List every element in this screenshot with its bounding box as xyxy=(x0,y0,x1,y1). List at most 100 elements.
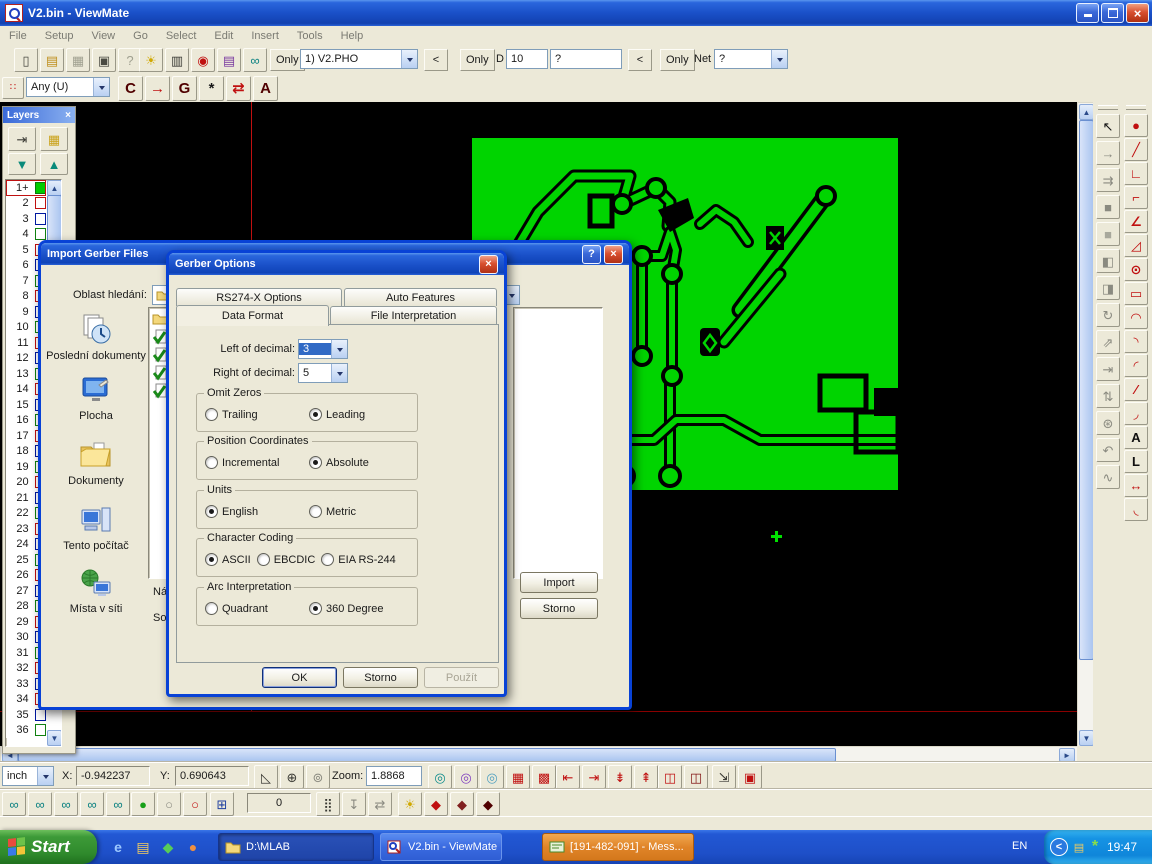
radio-option[interactable]: Absolute xyxy=(309,456,407,469)
place-my-computer[interactable]: Tento počítač xyxy=(46,505,146,552)
select-area-icon[interactable]: ▣ xyxy=(738,765,762,789)
layer-row[interactable]: 4 xyxy=(6,227,46,243)
firefox-icon[interactable]: ● xyxy=(183,837,203,857)
radio-option[interactable]: English xyxy=(205,505,303,518)
draw-angle-icon[interactable]: ∠ xyxy=(1124,210,1148,233)
help-button[interactable]: ? xyxy=(582,245,601,264)
pan-up-icon[interactable]: ⇞ xyxy=(634,765,658,789)
taskbar-task-viewmate[interactable]: V2.bin - ViewMate xyxy=(380,833,502,861)
chevron-down-icon[interactable] xyxy=(771,50,787,68)
net-combo[interactable]: ? xyxy=(714,49,788,69)
layer-row[interactable]: 3 xyxy=(6,211,46,227)
close-button[interactable]: × xyxy=(604,245,623,264)
dcode-sizes-icon[interactable]: ▥ xyxy=(165,48,189,72)
language-indicator[interactable]: EN xyxy=(1012,840,1027,852)
origin-icon[interactable]: ⊕ xyxy=(280,765,304,789)
examine-trace-icon[interactable]: ∞ xyxy=(80,792,104,816)
vertical-scroll-thumb[interactable] xyxy=(1079,120,1094,660)
smooth-icon[interactable]: ∿ xyxy=(1096,465,1120,489)
examine-pad-icon[interactable]: ∞ xyxy=(54,792,78,816)
prev-film-icon[interactable]: ◫ xyxy=(658,765,682,789)
settings-gear-icon[interactable]: ⊛ xyxy=(1096,411,1120,435)
flash-render-icon[interactable]: ☀ xyxy=(139,48,163,72)
only-net-button[interactable]: Only xyxy=(660,49,695,71)
menu-item[interactable]: Edit xyxy=(205,30,242,42)
layer-color-swatch[interactable] xyxy=(35,228,46,240)
step-move-icon[interactable]: ⇄ xyxy=(368,792,392,816)
round-corner-tool-icon[interactable]: ◟ xyxy=(1124,498,1148,521)
radio-option[interactable]: ASCII xyxy=(205,553,251,566)
tab-data-format[interactable]: Data Format xyxy=(176,305,329,326)
open-folder-icon[interactable]: ▤ xyxy=(40,48,64,72)
ie-icon[interactable]: e xyxy=(108,837,128,857)
layer-combo[interactable]: 1) V2.PHO xyxy=(300,49,418,69)
mirror-y-icon[interactable]: ◨ xyxy=(1096,276,1120,300)
ok-button[interactable]: OK xyxy=(262,667,337,688)
new-file-icon[interactable]: ▯ xyxy=(14,48,38,72)
menu-item[interactable]: File xyxy=(0,30,36,42)
zoom-selection-icon[interactable]: ◎ xyxy=(480,765,504,789)
chevron-down-icon[interactable] xyxy=(37,767,53,785)
text-tool-icon[interactable]: A xyxy=(1124,426,1148,449)
left-of-decimal-combo[interactable]: 3 xyxy=(298,339,348,359)
aperture-text-button[interactable]: A xyxy=(253,76,278,101)
import-button[interactable]: Import xyxy=(520,572,598,593)
draw-arc-icon[interactable]: ◠ xyxy=(1124,306,1148,329)
minimize-button[interactable] xyxy=(1076,3,1099,23)
pan-right-icon[interactable]: ⇥ xyxy=(582,765,606,789)
fill-dark-icon[interactable]: ■ xyxy=(1096,195,1120,219)
examine-sketch-icon[interactable]: ∞ xyxy=(106,792,130,816)
horizontal-scrollbar[interactable]: ◄ ► xyxy=(0,746,1079,763)
copy-dcode-icon[interactable]: ⇉ xyxy=(1096,168,1120,192)
aperture-flash-button[interactable]: * xyxy=(199,76,224,101)
draw-arc-ccw-icon[interactable]: ◝ xyxy=(1124,330,1148,353)
layer-row[interactable]: 36 xyxy=(6,723,46,739)
dot-grid-icon[interactable]: ⣿ xyxy=(316,792,340,816)
menu-item[interactable]: View xyxy=(82,30,124,42)
chevron-down-icon[interactable] xyxy=(401,50,417,68)
zoom-window-icon[interactable]: ◎ xyxy=(454,765,478,789)
chevron-down-icon[interactable] xyxy=(93,78,109,96)
undo-transform-icon[interactable]: ↶ xyxy=(1096,438,1120,462)
examine-all-icon[interactable]: ∞ xyxy=(2,792,26,816)
chevron-down-icon[interactable] xyxy=(331,364,347,382)
scroll-down-icon[interactable]: ▼ xyxy=(47,730,62,746)
place-documents[interactable]: Dokumenty xyxy=(46,440,146,487)
prev-dcode-button[interactable]: < xyxy=(628,49,652,71)
traffic-light-icon[interactable]: ● xyxy=(131,792,155,816)
dcode-filter-input[interactable]: ? xyxy=(550,49,622,69)
dimension-tool-icon[interactable]: ↔ xyxy=(1124,474,1148,497)
close-icon[interactable]: × xyxy=(479,255,498,274)
lamp-off-icon[interactable]: ○ xyxy=(157,792,181,816)
pan-left-icon[interactable]: ⇤ xyxy=(556,765,580,789)
pointer-tool-icon[interactable]: ↖ xyxy=(1096,114,1120,138)
right-of-decimal-combo[interactable]: 5 xyxy=(298,363,348,383)
lamp-probe-icon[interactable]: ○ xyxy=(183,792,207,816)
zoom-input[interactable]: 1.8868 xyxy=(366,766,422,786)
aperture-select-icon[interactable]: ∷ xyxy=(2,77,24,99)
messenger-tray-icon[interactable]: ▤ xyxy=(1071,839,1087,855)
layer-insert-icon[interactable]: ⇥ xyxy=(8,127,36,151)
start-button[interactable]: Start xyxy=(0,830,97,864)
resize-select-icon[interactable]: ⇲ xyxy=(712,765,736,789)
tab-rs274x-options[interactable]: RS274-X Options xyxy=(176,288,342,306)
chevron-down-icon[interactable] xyxy=(331,340,347,358)
radio-option[interactable]: EIA RS-244 xyxy=(321,553,395,566)
radio-option[interactable]: Leading xyxy=(309,408,407,421)
radio-option[interactable]: 360 Degree xyxy=(309,602,407,615)
examine-icon[interactable]: ∞ xyxy=(243,48,267,72)
aperture-filter-combo[interactable]: Any (U) xyxy=(26,77,110,97)
hide-icons-icon[interactable]: < xyxy=(1050,838,1068,856)
layer-move-up-icon[interactable]: ▲ xyxy=(40,153,68,175)
layer-color-swatch[interactable] xyxy=(35,197,46,209)
tab-file-interpretation[interactable]: File Interpretation xyxy=(330,306,497,324)
restore-button[interactable] xyxy=(1101,3,1124,23)
draw-circle-icon[interactable]: ⊙ xyxy=(1124,258,1148,281)
layer-film-icon[interactable]: ▦ xyxy=(40,127,68,151)
layer-color-swatch[interactable] xyxy=(35,182,46,194)
pan-down-icon[interactable]: ⇟ xyxy=(608,765,632,789)
draw-sketch-icon[interactable]: ∕ xyxy=(1124,378,1148,401)
tile-windows-icon[interactable]: ⊞ xyxy=(210,792,234,816)
cancel-button[interactable]: Storno xyxy=(520,598,598,619)
save-icon[interactable]: ▦ xyxy=(66,48,90,72)
